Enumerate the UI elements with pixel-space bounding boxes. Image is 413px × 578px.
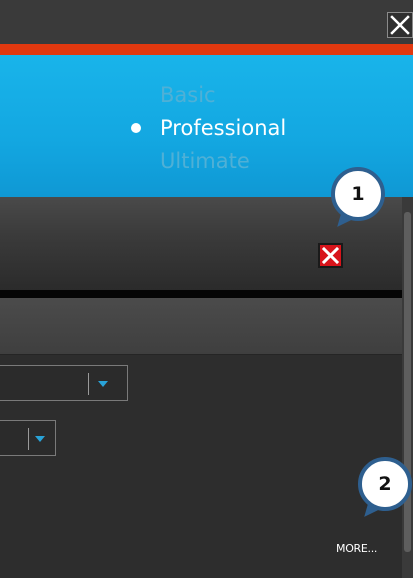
callout-number: 1 (331, 167, 385, 221)
title-bar (0, 0, 413, 44)
dropdown-select-1[interactable] (0, 365, 128, 401)
toolbar-close-icon[interactable] (318, 243, 343, 268)
section-header (0, 298, 402, 355)
callout-number: 2 (358, 457, 412, 511)
dropdown-divider (88, 373, 89, 395)
callout-2: 2 (358, 457, 413, 523)
edition-option-ultimate[interactable]: Ultimate (160, 148, 250, 174)
edition-option-professional[interactable]: Professional (160, 115, 286, 141)
selected-bullet-icon (131, 123, 141, 133)
edition-option-basic[interactable]: Basic (160, 82, 216, 108)
more-link[interactable]: MORE... (336, 542, 377, 555)
dropdown-divider (28, 428, 29, 450)
dropdown-select-2[interactable] (0, 420, 56, 456)
separator (0, 290, 413, 298)
accent-strip (0, 44, 413, 55)
chevron-down-icon[interactable] (35, 436, 45, 442)
window-close-icon[interactable] (387, 12, 413, 38)
callout-1: 1 (331, 167, 393, 233)
chevron-down-icon[interactable] (98, 381, 108, 387)
